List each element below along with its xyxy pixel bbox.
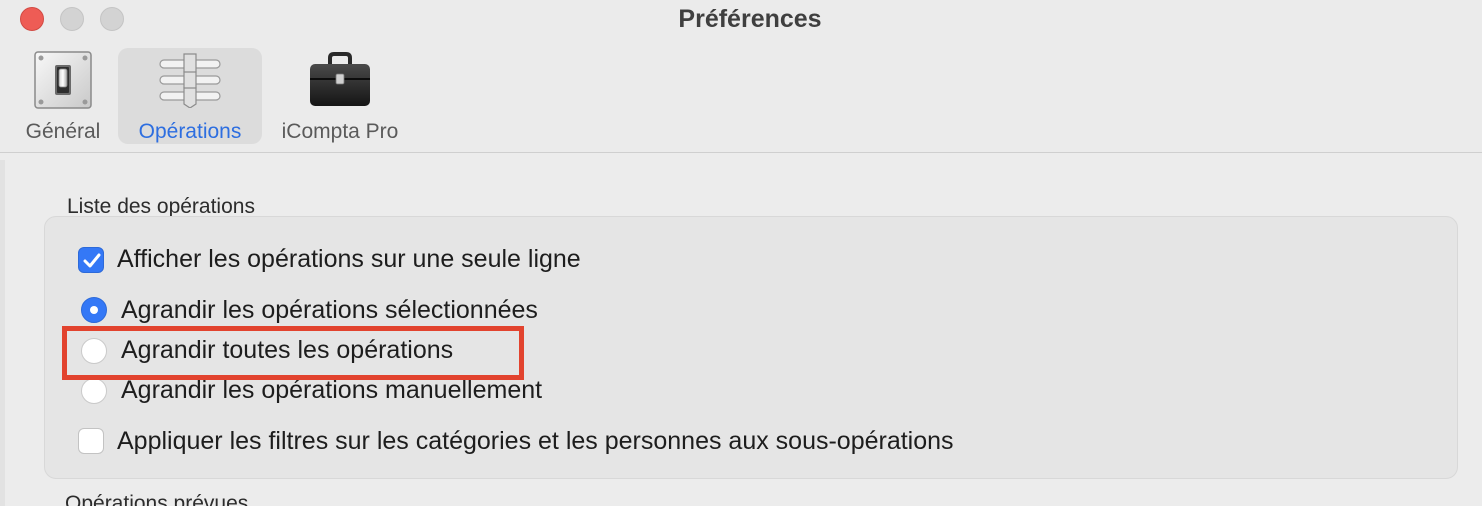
section-title-scheduled-operations: Opérations prévues xyxy=(65,492,249,506)
checkmark-icon xyxy=(83,253,101,268)
tab-operations[interactable]: Opérations xyxy=(118,48,262,144)
expand-selected-radio[interactable] xyxy=(81,297,107,323)
window-edge xyxy=(0,160,5,506)
tab-icompta-pro[interactable]: iCompta Pro xyxy=(272,48,408,144)
expand-manual-label[interactable]: Agrandir les opérations manuellement xyxy=(121,376,542,405)
tab-general[interactable]: Général xyxy=(18,48,108,144)
tab-label: Opérations xyxy=(138,120,242,143)
preferences-window: Préférences Général Opérations iCompta P… xyxy=(0,0,1482,506)
window-title: Préférences xyxy=(678,5,822,33)
titlebar: Préférences Général Opérations iCompta P… xyxy=(0,0,1482,153)
switch-plate-icon xyxy=(33,50,93,115)
sliders-icon xyxy=(158,52,222,113)
expand-all-radio[interactable] xyxy=(81,338,107,364)
single-line-checkbox[interactable] xyxy=(78,247,104,273)
tab-label: iCompta Pro xyxy=(281,120,399,143)
expand-manual-radio[interactable] xyxy=(81,378,107,404)
tab-label: Général xyxy=(25,120,101,143)
apply-filters-checkbox[interactable] xyxy=(78,428,104,454)
apply-filters-label[interactable]: Appliquer les filtres sur les catégories… xyxy=(117,427,954,456)
expand-all-label[interactable]: Agrandir toutes les opérations xyxy=(121,336,453,365)
expand-selected-label[interactable]: Agrandir les opérations sélectionnées xyxy=(121,296,538,325)
single-line-label[interactable]: Afficher les opérations sur une seule li… xyxy=(117,245,581,274)
briefcase-icon xyxy=(308,52,372,113)
